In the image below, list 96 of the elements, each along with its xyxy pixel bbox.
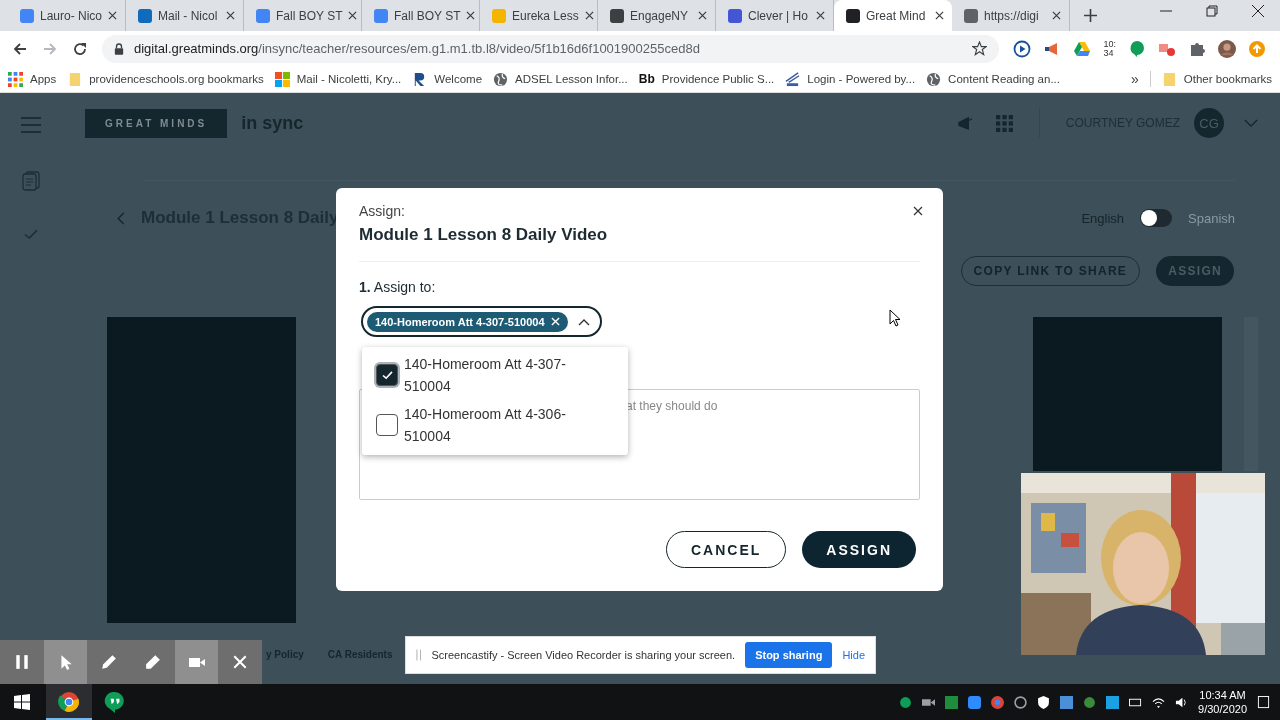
more-bookmarks-button[interactable]: »: [1131, 71, 1139, 87]
close-icon[interactable]: [584, 11, 594, 20]
lock-icon: [114, 42, 124, 55]
windows-start-icon[interactable]: [14, 694, 30, 710]
close-icon[interactable]: [816, 11, 825, 20]
favicon-icon: [20, 8, 34, 23]
clock-time[interactable]: 10:34 AM: [1199, 688, 1246, 702]
triangle-icon[interactable]: [1073, 39, 1092, 58]
check-icon: [381, 370, 393, 380]
pause-icon: [13, 654, 30, 670]
bookmark[interactable]: Login - Powered by...: [785, 71, 916, 87]
browser-icon[interactable]: [991, 695, 1005, 709]
clock-date[interactable]: 9/30/2020: [1198, 702, 1247, 716]
language-label: Spanish: [1188, 210, 1235, 226]
reload-icon[interactable]: [72, 40, 88, 57]
step-label: 1. Assign to:: [359, 279, 437, 295]
checkbox[interactable]: [376, 364, 398, 386]
dialog-caption: Assign:: [359, 203, 405, 219]
tray-icon[interactable]: [968, 695, 982, 709]
globe-icon: [926, 71, 942, 87]
favicon-icon: [846, 8, 860, 23]
spreadsheet-icon[interactable]: [945, 695, 959, 709]
selected-class-chip[interactable]: 140-Homeroom Att 4-307-510004: [367, 311, 568, 332]
bookmark[interactable]: Bb Providence Public S...: [638, 72, 775, 86]
apps-grid-icon: [8, 71, 23, 87]
close-icon: [232, 654, 249, 670]
checkbox[interactable]: [376, 414, 398, 436]
close-icon[interactable]: [913, 206, 923, 216]
close-icon[interactable]: [1052, 11, 1061, 20]
hide-link[interactable]: Hide: [842, 649, 865, 661]
back-icon[interactable]: [12, 40, 28, 57]
class-select[interactable]: 140-Homeroom Att 4-307-510004: [361, 306, 602, 337]
mouse-cursor-icon: [889, 309, 901, 327]
sky-logo-icon: [785, 71, 801, 87]
chat-bubble-icon[interactable]: [1128, 39, 1146, 58]
pen-icon: [101, 654, 118, 670]
favicon-icon: [964, 8, 978, 23]
bookmark[interactable]: providenceschools.org bookmarks: [67, 71, 264, 87]
close-icon[interactable]: [108, 11, 118, 20]
favicon-icon: [610, 8, 624, 23]
browser-tab[interactable]: Great Mind: [834, 0, 952, 31]
tray-icon[interactable]: [1083, 695, 1097, 709]
bookmark[interactable]: Content Reading an...: [926, 71, 1060, 87]
chat-icon: [104, 691, 126, 713]
favicon-icon: [728, 8, 742, 23]
close-icon[interactable]: [935, 11, 944, 20]
clock-extension[interactable]: 10: 34: [1103, 39, 1116, 58]
favicon-icon: [492, 8, 506, 23]
bookmark[interactable]: Mail - Nicoletti, Kry...: [274, 71, 402, 87]
close-icon[interactable]: [698, 11, 707, 20]
close-icon[interactable]: [348, 11, 358, 20]
address-field[interactable]: digital.greatminds.org/insync/teacher/resources/em.g1.m1.tb.l8/video/5f1b16d6f1001900255ced8d: [102, 34, 1000, 63]
caret-icon[interactable]: [578, 317, 590, 326]
favicon-icon: [374, 8, 388, 23]
sharing-message: Screencastify - Screen Video Recorder is sharing your screen.: [431, 649, 736, 661]
bookmark[interactable]: Welcome: [412, 71, 483, 87]
add-icon[interactable]: [1084, 9, 1097, 22]
bookmark[interactable]: Apps: [8, 71, 57, 87]
restore-icon[interactable]: [1206, 4, 1218, 17]
close-icon[interactable]: [1252, 4, 1264, 17]
marker-icon: [144, 654, 161, 670]
check-icon[interactable]: [24, 229, 38, 240]
bookmark[interactable]: ADSEL Lesson Infor...: [493, 71, 628, 87]
remove-icon[interactable]: [550, 317, 560, 326]
recorder-tool[interactable]: [43, 640, 88, 684]
close-icon[interactable]: [226, 11, 235, 20]
tray-icon[interactable]: [1106, 695, 1120, 709]
profile-avatar[interactable]: [1218, 39, 1236, 58]
tray-icon[interactable]: [1014, 695, 1028, 709]
class-option[interactable]: 140-Homeroom Att 4-306-510004: [362, 401, 628, 451]
bookmark-folder[interactable]: Other bookmarks: [1161, 71, 1272, 87]
star-icon[interactable]: [972, 41, 988, 56]
tray-icon[interactable]: [1060, 695, 1074, 709]
dialog-title: Module 1 Lesson 8 Daily Video: [359, 225, 609, 245]
folder-icon: [1161, 71, 1177, 87]
stop-sharing-button[interactable]: Stop sharing: [745, 642, 833, 668]
assign-button[interactable]: ASSIGN: [802, 531, 916, 568]
wifi-icon[interactable]: [1152, 695, 1166, 709]
notification-icon[interactable]: [1257, 695, 1270, 709]
tray-icon[interactable]: [899, 695, 913, 709]
cancel-button[interactable]: CANCEL: [665, 531, 787, 568]
favicon-icon: [138, 8, 152, 23]
globe-icon: [493, 71, 509, 87]
close-icon[interactable]: [466, 11, 476, 20]
folder-icon: [67, 71, 83, 87]
language-toggle[interactable]: [1140, 209, 1172, 227]
drag-handle-icon[interactable]: [416, 649, 422, 661]
play-icon[interactable]: [1013, 39, 1032, 58]
recorder-tool[interactable]: [174, 640, 219, 684]
shield-icon[interactable]: [1037, 695, 1051, 709]
logo[interactable]: GREAT MINDS: [85, 108, 228, 138]
browser-icon: [58, 691, 80, 713]
taskbar-app[interactable]: [46, 684, 92, 720]
bookmark-logo: Bb: [638, 72, 655, 86]
favicon-icon: [256, 8, 270, 23]
tiles-icon: [274, 71, 290, 87]
